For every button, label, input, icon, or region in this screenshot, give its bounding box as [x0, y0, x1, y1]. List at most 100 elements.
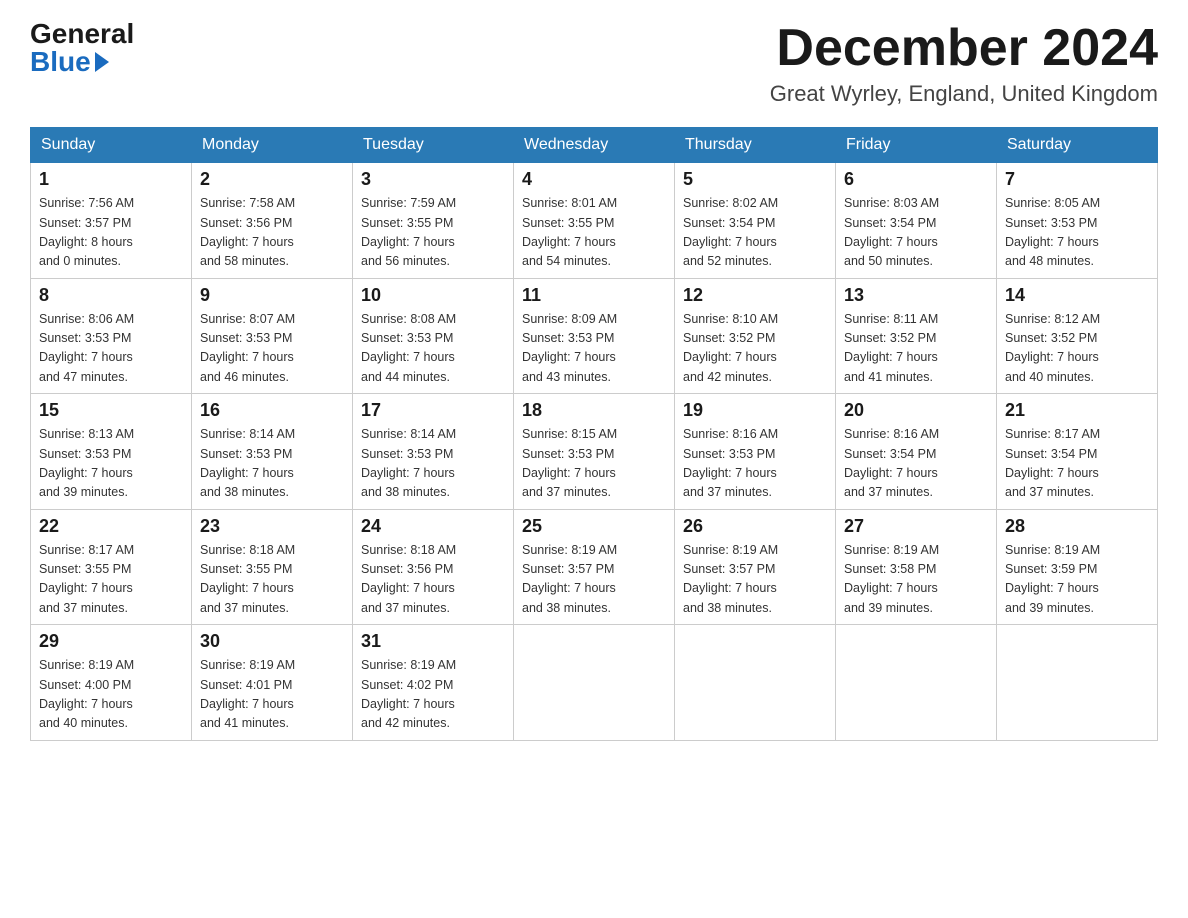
day-number: 6: [844, 169, 988, 190]
day-info: Sunrise: 8:17 AMSunset: 3:54 PMDaylight:…: [1005, 427, 1100, 499]
day-number: 13: [844, 285, 988, 306]
day-number: 2: [200, 169, 344, 190]
logo-arrow-icon: [95, 52, 109, 72]
col-tuesday: Tuesday: [353, 128, 514, 163]
day-info: Sunrise: 8:02 AMSunset: 3:54 PMDaylight:…: [683, 196, 778, 268]
day-number: 25: [522, 516, 666, 537]
table-row: 3 Sunrise: 7:59 AMSunset: 3:55 PMDayligh…: [353, 163, 514, 279]
day-info: Sunrise: 8:10 AMSunset: 3:52 PMDaylight:…: [683, 312, 778, 384]
day-info: Sunrise: 8:11 AMSunset: 3:52 PMDaylight:…: [844, 312, 938, 384]
calendar-week-5: 29 Sunrise: 8:19 AMSunset: 4:00 PMDaylig…: [31, 625, 1158, 741]
col-monday: Monday: [192, 128, 353, 163]
table-row: [836, 625, 997, 741]
day-number: 3: [361, 169, 505, 190]
table-row: 6 Sunrise: 8:03 AMSunset: 3:54 PMDayligh…: [836, 163, 997, 279]
calendar-week-2: 8 Sunrise: 8:06 AMSunset: 3:53 PMDayligh…: [31, 278, 1158, 394]
table-row: 28 Sunrise: 8:19 AMSunset: 3:59 PMDaylig…: [997, 509, 1158, 625]
table-row: 11 Sunrise: 8:09 AMSunset: 3:53 PMDaylig…: [514, 278, 675, 394]
day-number: 1: [39, 169, 183, 190]
table-row: 4 Sunrise: 8:01 AMSunset: 3:55 PMDayligh…: [514, 163, 675, 279]
day-number: 7: [1005, 169, 1149, 190]
table-row: 7 Sunrise: 8:05 AMSunset: 3:53 PMDayligh…: [997, 163, 1158, 279]
col-friday: Friday: [836, 128, 997, 163]
day-info: Sunrise: 8:07 AMSunset: 3:53 PMDaylight:…: [200, 312, 295, 384]
table-row: 27 Sunrise: 8:19 AMSunset: 3:58 PMDaylig…: [836, 509, 997, 625]
calendar-week-3: 15 Sunrise: 8:13 AMSunset: 3:53 PMDaylig…: [31, 394, 1158, 510]
col-thursday: Thursday: [675, 128, 836, 163]
table-row: 18 Sunrise: 8:15 AMSunset: 3:53 PMDaylig…: [514, 394, 675, 510]
day-info: Sunrise: 8:15 AMSunset: 3:53 PMDaylight:…: [522, 427, 617, 499]
day-info: Sunrise: 8:19 AMSunset: 3:59 PMDaylight:…: [1005, 543, 1100, 615]
day-number: 4: [522, 169, 666, 190]
day-number: 23: [200, 516, 344, 537]
day-number: 21: [1005, 400, 1149, 421]
table-row: 2 Sunrise: 7:58 AMSunset: 3:56 PMDayligh…: [192, 163, 353, 279]
table-row: 21 Sunrise: 8:17 AMSunset: 3:54 PMDaylig…: [997, 394, 1158, 510]
table-row: 23 Sunrise: 8:18 AMSunset: 3:55 PMDaylig…: [192, 509, 353, 625]
col-sunday: Sunday: [31, 128, 192, 163]
table-row: [514, 625, 675, 741]
day-info: Sunrise: 8:14 AMSunset: 3:53 PMDaylight:…: [200, 427, 295, 499]
day-number: 14: [1005, 285, 1149, 306]
day-info: Sunrise: 7:59 AMSunset: 3:55 PMDaylight:…: [361, 196, 456, 268]
table-row: [675, 625, 836, 741]
day-info: Sunrise: 8:01 AMSunset: 3:55 PMDaylight:…: [522, 196, 617, 268]
day-info: Sunrise: 8:14 AMSunset: 3:53 PMDaylight:…: [361, 427, 456, 499]
table-row: 9 Sunrise: 8:07 AMSunset: 3:53 PMDayligh…: [192, 278, 353, 394]
page-header: General Blue December 2024 Great Wyrley,…: [30, 20, 1158, 107]
day-info: Sunrise: 8:19 AMSunset: 3:57 PMDaylight:…: [522, 543, 617, 615]
calendar-table: Sunday Monday Tuesday Wednesday Thursday…: [30, 127, 1158, 741]
calendar-week-4: 22 Sunrise: 8:17 AMSunset: 3:55 PMDaylig…: [31, 509, 1158, 625]
day-info: Sunrise: 8:03 AMSunset: 3:54 PMDaylight:…: [844, 196, 939, 268]
day-number: 31: [361, 631, 505, 652]
day-number: 8: [39, 285, 183, 306]
table-row: 14 Sunrise: 8:12 AMSunset: 3:52 PMDaylig…: [997, 278, 1158, 394]
day-info: Sunrise: 8:05 AMSunset: 3:53 PMDaylight:…: [1005, 196, 1100, 268]
table-row: 17 Sunrise: 8:14 AMSunset: 3:53 PMDaylig…: [353, 394, 514, 510]
table-row: 10 Sunrise: 8:08 AMSunset: 3:53 PMDaylig…: [353, 278, 514, 394]
day-number: 26: [683, 516, 827, 537]
day-number: 18: [522, 400, 666, 421]
day-number: 17: [361, 400, 505, 421]
day-number: 20: [844, 400, 988, 421]
day-number: 28: [1005, 516, 1149, 537]
day-number: 27: [844, 516, 988, 537]
day-number: 10: [361, 285, 505, 306]
day-info: Sunrise: 8:06 AMSunset: 3:53 PMDaylight:…: [39, 312, 134, 384]
table-row: 1 Sunrise: 7:56 AMSunset: 3:57 PMDayligh…: [31, 163, 192, 279]
day-number: 29: [39, 631, 183, 652]
logo: General Blue: [30, 20, 134, 76]
day-info: Sunrise: 8:13 AMSunset: 3:53 PMDaylight:…: [39, 427, 134, 499]
day-info: Sunrise: 7:56 AMSunset: 3:57 PMDaylight:…: [39, 196, 134, 268]
day-info: Sunrise: 8:18 AMSunset: 3:55 PMDaylight:…: [200, 543, 295, 615]
month-title: December 2024: [770, 20, 1158, 77]
day-info: Sunrise: 8:17 AMSunset: 3:55 PMDaylight:…: [39, 543, 134, 615]
day-number: 9: [200, 285, 344, 306]
day-number: 11: [522, 285, 666, 306]
table-row: 24 Sunrise: 8:18 AMSunset: 3:56 PMDaylig…: [353, 509, 514, 625]
day-number: 24: [361, 516, 505, 537]
day-info: Sunrise: 8:18 AMSunset: 3:56 PMDaylight:…: [361, 543, 456, 615]
logo-blue-text: Blue: [30, 48, 91, 76]
day-info: Sunrise: 8:08 AMSunset: 3:53 PMDaylight:…: [361, 312, 456, 384]
logo-general-text: General: [30, 20, 134, 48]
day-number: 12: [683, 285, 827, 306]
day-info: Sunrise: 7:58 AMSunset: 3:56 PMDaylight:…: [200, 196, 295, 268]
col-saturday: Saturday: [997, 128, 1158, 163]
table-row: 29 Sunrise: 8:19 AMSunset: 4:00 PMDaylig…: [31, 625, 192, 741]
table-row: 8 Sunrise: 8:06 AMSunset: 3:53 PMDayligh…: [31, 278, 192, 394]
day-info: Sunrise: 8:19 AMSunset: 3:58 PMDaylight:…: [844, 543, 939, 615]
day-info: Sunrise: 8:12 AMSunset: 3:52 PMDaylight:…: [1005, 312, 1100, 384]
table-row: 12 Sunrise: 8:10 AMSunset: 3:52 PMDaylig…: [675, 278, 836, 394]
day-number: 15: [39, 400, 183, 421]
day-info: Sunrise: 8:16 AMSunset: 3:53 PMDaylight:…: [683, 427, 778, 499]
day-info: Sunrise: 8:09 AMSunset: 3:53 PMDaylight:…: [522, 312, 617, 384]
table-row: 26 Sunrise: 8:19 AMSunset: 3:57 PMDaylig…: [675, 509, 836, 625]
table-row: 20 Sunrise: 8:16 AMSunset: 3:54 PMDaylig…: [836, 394, 997, 510]
col-wednesday: Wednesday: [514, 128, 675, 163]
day-info: Sunrise: 8:19 AMSunset: 4:00 PMDaylight:…: [39, 658, 134, 730]
table-row: 25 Sunrise: 8:19 AMSunset: 3:57 PMDaylig…: [514, 509, 675, 625]
day-number: 30: [200, 631, 344, 652]
day-info: Sunrise: 8:19 AMSunset: 3:57 PMDaylight:…: [683, 543, 778, 615]
table-row: 13 Sunrise: 8:11 AMSunset: 3:52 PMDaylig…: [836, 278, 997, 394]
